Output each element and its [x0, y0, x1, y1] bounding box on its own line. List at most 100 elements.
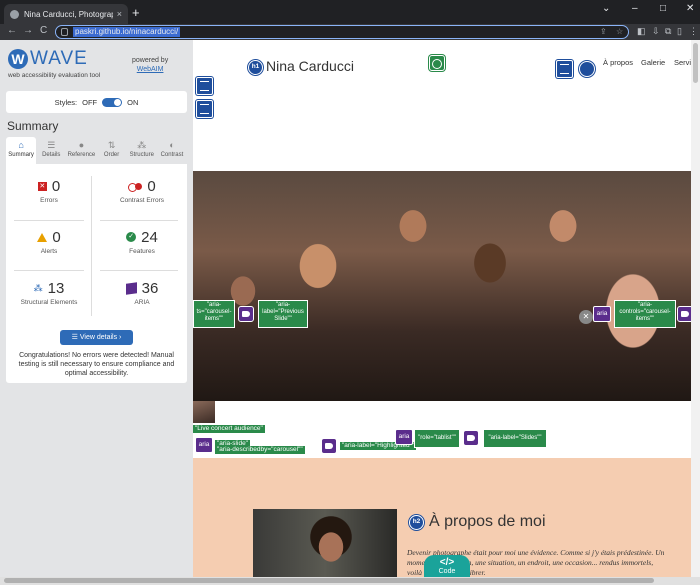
wave-tagline: web accessibility evaluation tool — [8, 72, 101, 79]
bookmark-star-icon[interactable]: ☆ — [616, 27, 623, 36]
minimize-button[interactable]: – — [632, 3, 638, 14]
carousel-image[interactable]: "aria- ts="carousel- items"" "aria- labe… — [193, 171, 691, 401]
menu-kebab-icon[interactable]: ⋮ — [689, 26, 698, 37]
tab-details[interactable]: ☰ Details — [36, 137, 66, 164]
tab-title: Nina Carducci, Photographe pro — [24, 9, 113, 19]
contrast-errors-label: Contrast Errors — [119, 197, 165, 204]
structure-icon: ⁂ — [137, 140, 147, 150]
tab-structure[interactable]: ⁂ Structure — [127, 137, 157, 164]
reload-icon[interactable]: C — [40, 25, 47, 36]
divider — [14, 270, 84, 271]
webaim-link[interactable]: WebAIM — [137, 66, 164, 73]
aria-tag: "aria- controls="carousel- items"" — [614, 300, 676, 328]
list-icon: ☰ — [71, 334, 80, 341]
extension-wave-icon[interactable]: ◧ — [637, 26, 646, 37]
portrait-image — [253, 509, 397, 577]
features-count: 24 — [141, 228, 158, 246]
menu-item-about[interactable]: À propos — [603, 58, 633, 67]
order-icon: ⇅ — [107, 140, 116, 150]
wave-tabs: ⌂ Summary ☰ Details ● Reference ⇅ Order ⁂ Str… — [6, 137, 187, 164]
horizontal-scrollbar[interactable] — [0, 577, 700, 585]
about-section: h2 À propos de moi Devenir photographe é… — [193, 458, 691, 577]
share-icon[interactable]: ⇪ — [600, 27, 607, 36]
aria-icon: aria — [195, 437, 213, 453]
back-icon[interactable]: ← — [7, 25, 17, 36]
view-details-label: View details › — [79, 334, 122, 341]
stat-alerts[interactable]: 0 Alerts — [6, 221, 92, 267]
forward-icon[interactable]: → — [23, 25, 33, 36]
alerts-label: Alerts — [40, 248, 58, 255]
wave-list-icon[interactable] — [556, 60, 573, 78]
menu-item-services[interactable]: Servi — [674, 58, 691, 67]
url-text[interactable]: paskri.github.io/ninacarducci/ — [73, 27, 181, 37]
tab-summary[interactable]: ⌂ Summary — [6, 137, 37, 164]
browser-tab-bar: Nina Carducci, Photographe pro × + ⌄ – □… — [0, 0, 700, 24]
close-window-button[interactable]: ✕ — [686, 3, 694, 14]
downloads-icon[interactable]: ⇩ — [652, 26, 660, 37]
globe-icon — [10, 9, 19, 19]
code-icon: </> — [439, 557, 455, 568]
new-tab-button[interactable]: + — [132, 5, 140, 20]
aria-tag: "aria- ts="carousel- items"" — [193, 300, 235, 328]
powered-by-label: powered by — [132, 57, 169, 64]
powered-by: powered by WebAIM — [132, 56, 168, 74]
stat-structural[interactable]: ⁂ 13 Structural Elements — [6, 272, 92, 318]
tab-reference[interactable]: ● Reference — [66, 137, 96, 164]
tab-order[interactable]: ⇅ Order — [97, 137, 127, 164]
tab-reference-label: Reference — [67, 152, 96, 158]
wave-logo[interactable]: W WAVE — [8, 48, 88, 70]
scrollbar-thumb[interactable] — [693, 43, 698, 83]
features-label: Features — [129, 248, 155, 255]
tab-details-label: Details — [42, 152, 61, 158]
wave-logo-icon: W — [8, 49, 28, 69]
browser-tab[interactable]: Nina Carducci, Photographe pro × — [4, 4, 128, 24]
aria-label: ARIA — [134, 299, 150, 306]
stat-errors[interactable]: ✕ 0 Errors — [6, 170, 92, 216]
aria-tag: "aria-describedby="carousel"" — [215, 446, 305, 454]
wave-list-icon[interactable] — [196, 100, 213, 118]
tab-search-icon[interactable]: ⌄ — [602, 3, 610, 14]
list-icon: ☰ — [47, 140, 56, 150]
thumbnail-image[interactable] — [193, 401, 215, 423]
styles-toggle-row: Styles: OFF ON — [6, 91, 187, 113]
address-bar[interactable]: paskri.github.io/ninacarducci/ ⇪ ☆ — [55, 25, 629, 39]
error-icon: ✕ — [37, 181, 47, 191]
view-details-button[interactable]: ☰ View details › — [60, 330, 133, 345]
stat-aria[interactable]: 36 ARIA — [99, 272, 185, 318]
tag-icon — [238, 306, 254, 322]
tab-structure-label: Structure — [129, 152, 154, 158]
close-tab-icon[interactable]: × — [117, 9, 122, 19]
about-heading: À propos de moi — [429, 513, 546, 530]
wave-list-icon[interactable] — [196, 77, 213, 95]
stat-features[interactable]: ✓ 24 Features — [99, 221, 185, 267]
stat-contrast-errors[interactable]: 0 Contrast Errors — [99, 170, 185, 216]
scrollbar-thumb[interactable] — [4, 578, 654, 583]
code-button[interactable]: </> Code — [424, 555, 470, 577]
contrast-errors-count: 0 — [147, 177, 156, 195]
styles-off-label: OFF — [82, 97, 98, 107]
tab-contrast[interactable]: ◐ Contrast — [157, 137, 187, 164]
wave-language-icon[interactable] — [429, 55, 445, 71]
tab-order-label: Order — [103, 152, 120, 158]
lock-icon — [61, 28, 68, 36]
address-toolbar: ← → C paskri.github.io/ninacarducci/ ⇪ ☆… — [0, 24, 700, 40]
styles-toggle[interactable] — [102, 97, 123, 107]
aria-count: 36 — [141, 279, 159, 297]
extensions-icon[interactable]: ⧉ — [665, 26, 671, 37]
structural-count: 13 — [47, 279, 65, 297]
maximize-button[interactable]: □ — [660, 3, 666, 14]
wave-panel: W WAVE web accessibility evaluation tool … — [0, 40, 193, 577]
side-panel-icon[interactable]: ▯ — [677, 26, 682, 37]
errors-count: 0 — [51, 177, 61, 195]
wave-h1-icon[interactable]: h1 — [248, 60, 263, 75]
vertical-scrollbar[interactable] — [691, 40, 700, 577]
tag-icon — [677, 306, 691, 322]
wave-nav-icon[interactable] — [579, 61, 595, 77]
aria-tag: "aria-label="Slides"" — [483, 429, 547, 448]
site-name[interactable]: Nina Carducci — [266, 58, 354, 74]
alerts-count: 0 — [52, 228, 61, 246]
wave-h2-icon[interactable]: h2 — [409, 515, 424, 530]
contrast-icon: ◐ — [169, 140, 175, 150]
menu-item-gallery[interactable]: Galerie — [641, 58, 665, 67]
home-icon: ⌂ — [18, 140, 24, 150]
